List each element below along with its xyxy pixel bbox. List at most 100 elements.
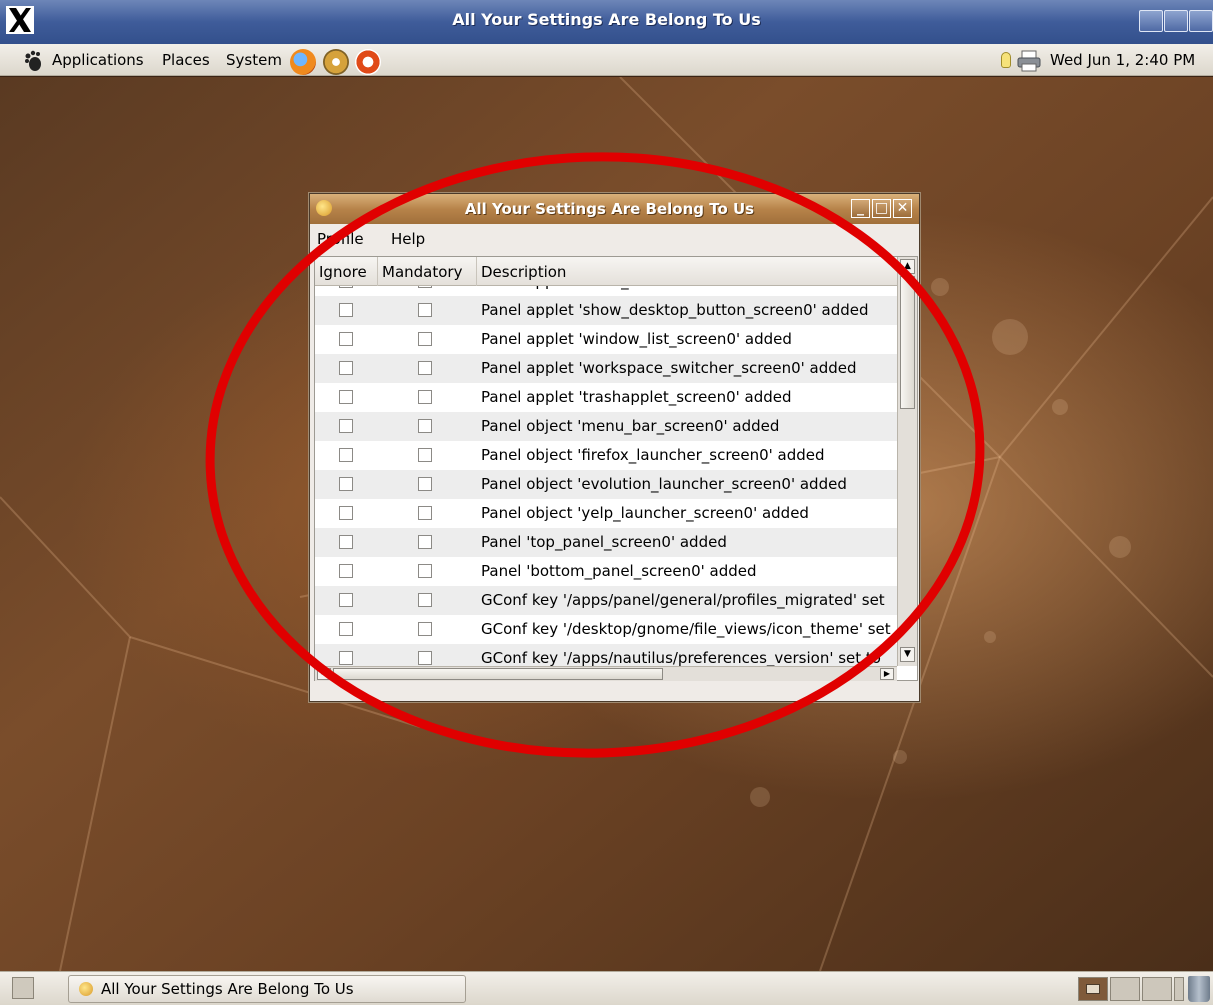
- tree-header: Ignore Mandatory Description: [315, 257, 897, 286]
- mandatory-checkbox[interactable]: [418, 535, 432, 549]
- evolution-launcher-icon[interactable]: [323, 49, 349, 75]
- scroll-left-arrow-icon[interactable]: ◀: [317, 668, 331, 680]
- change-description: Panel object 'menu_bar_screen0' added: [481, 417, 780, 435]
- outer-window-title: All Your Settings Are Belong To Us: [452, 10, 761, 29]
- mandatory-checkbox[interactable]: [418, 564, 432, 578]
- change-description: Panel applet 'workspace_switcher_screen0…: [481, 359, 857, 377]
- mandatory-checkbox[interactable]: [418, 651, 432, 665]
- applications-menu[interactable]: Applications: [52, 51, 144, 69]
- table-row[interactable]: Panel object 'menu_bar_screen0' added: [315, 412, 897, 441]
- scroll-up-arrow-icon[interactable]: ▲: [900, 259, 915, 274]
- close-button[interactable]: [1189, 10, 1213, 32]
- places-menu[interactable]: Places: [162, 51, 210, 69]
- change-description: GConf key '/desktop/gnome/file_views/ico…: [481, 620, 891, 638]
- trash-icon[interactable]: [1188, 976, 1210, 1002]
- outer-window-titlebar[interactable]: All Your Settings Are Belong To Us: [0, 0, 1213, 44]
- ignore-checkbox[interactable]: [339, 651, 353, 665]
- table-row[interactable]: Panel object 'firefox_launcher_screen0' …: [315, 441, 897, 470]
- horizontal-scrollbar[interactable]: ◀ ▶: [315, 666, 897, 681]
- maximize-button[interactable]: [1164, 10, 1188, 32]
- tree-rows: Panel applet 'clock_screen0' added Panel …: [315, 286, 897, 666]
- workspace-1[interactable]: [1078, 977, 1108, 1001]
- taskbar-window-label: All Your Settings Are Belong To Us: [101, 980, 354, 998]
- table-row[interactable]: GConf key '/apps/panel/general/profiles_…: [315, 586, 897, 615]
- ignore-checkbox[interactable]: [339, 622, 353, 636]
- mandatory-checkbox[interactable]: [418, 286, 432, 288]
- ignore-checkbox[interactable]: [339, 448, 353, 462]
- ignore-checkbox[interactable]: [339, 477, 353, 491]
- mandatory-checkbox[interactable]: [418, 419, 432, 433]
- changes-tree-view[interactable]: Ignore Mandatory Description Panel apple…: [314, 256, 918, 681]
- change-description: GConf key '/apps/nautilus/preferences_ve…: [481, 649, 881, 666]
- workspace-2[interactable]: [1110, 977, 1140, 1001]
- table-row[interactable]: Panel applet 'workspace_switcher_screen0…: [315, 354, 897, 383]
- minimize-button[interactable]: [1139, 10, 1163, 32]
- change-description: Panel 'top_panel_screen0' added: [481, 533, 727, 551]
- mandatory-checkbox[interactable]: [418, 390, 432, 404]
- ignore-checkbox[interactable]: [339, 506, 353, 520]
- app-icon: [79, 982, 93, 996]
- column-header-description[interactable]: Description: [477, 257, 897, 286]
- gnome-foot-icon: [25, 50, 41, 71]
- vertical-scrollbar[interactable]: ▲ ▼: [897, 257, 917, 666]
- help-launcher-icon[interactable]: [355, 49, 381, 75]
- table-row[interactable]: Panel applet 'trashapplet_screen0' added: [315, 383, 897, 412]
- settings-window[interactable]: All Your Settings Are Belong To Us _ □ ✕…: [309, 193, 920, 702]
- workspace-3[interactable]: [1142, 977, 1172, 1001]
- show-desktop-icon[interactable]: [12, 977, 34, 999]
- help-menu[interactable]: Help: [391, 230, 425, 248]
- ignore-checkbox[interactable]: [339, 419, 353, 433]
- table-row[interactable]: Panel 'top_panel_screen0' added: [315, 528, 897, 557]
- table-row[interactable]: Panel applet 'window_list_screen0' added: [315, 325, 897, 354]
- ignore-checkbox[interactable]: [339, 332, 353, 346]
- taskbar-window-button[interactable]: All Your Settings Are Belong To Us: [68, 975, 466, 1003]
- table-row[interactable]: Panel object 'evolution_launcher_screen0…: [315, 470, 897, 499]
- mandatory-checkbox[interactable]: [418, 303, 432, 317]
- horizontal-scroll-thumb[interactable]: [333, 668, 663, 680]
- minimize-icon: _: [857, 200, 864, 216]
- printer-icon[interactable]: [1016, 50, 1042, 72]
- mandatory-checkbox[interactable]: [418, 332, 432, 346]
- table-row[interactable]: Panel object 'yelp_launcher_screen0' add…: [315, 499, 897, 528]
- table-row[interactable]: Panel applet 'show_desktop_button_screen…: [315, 296, 897, 325]
- window-minimize-button[interactable]: _: [851, 199, 870, 218]
- table-row[interactable]: GConf key '/desktop/gnome/file_views/ico…: [315, 615, 897, 644]
- scroll-down-arrow-icon[interactable]: ▼: [900, 647, 915, 662]
- scroll-right-arrow-icon[interactable]: ▶: [880, 668, 894, 680]
- ignore-checkbox[interactable]: [339, 593, 353, 607]
- mandatory-checkbox[interactable]: [418, 448, 432, 462]
- ignore-checkbox[interactable]: [339, 390, 353, 404]
- settings-window-title: All Your Settings Are Belong To Us: [464, 200, 755, 218]
- change-description: Panel 'bottom_panel_screen0' added: [481, 562, 757, 580]
- mandatory-checkbox[interactable]: [418, 593, 432, 607]
- ignore-checkbox[interactable]: [339, 286, 353, 288]
- ignore-checkbox[interactable]: [339, 303, 353, 317]
- table-row[interactable]: Panel 'bottom_panel_screen0' added: [315, 557, 897, 586]
- change-description: Panel object 'evolution_launcher_screen0…: [481, 475, 847, 493]
- table-row[interactable]: Panel applet 'clock_screen0' added: [315, 286, 897, 296]
- settings-window-titlebar[interactable]: All Your Settings Are Belong To Us _ □ ✕: [310, 194, 919, 224]
- ignore-checkbox[interactable]: [339, 564, 353, 578]
- change-description: Panel applet 'show_desktop_button_screen…: [481, 301, 869, 319]
- notification-bulb-icon[interactable]: [1001, 52, 1011, 68]
- change-description: GConf key '/apps/panel/general/profiles_…: [481, 591, 885, 609]
- mandatory-checkbox[interactable]: [418, 477, 432, 491]
- ignore-checkbox[interactable]: [339, 361, 353, 375]
- profile-menu[interactable]: Profile: [317, 230, 364, 248]
- vertical-scroll-thumb[interactable]: [900, 276, 915, 409]
- system-menu[interactable]: System: [226, 51, 282, 69]
- mandatory-checkbox[interactable]: [418, 622, 432, 636]
- change-description: Panel object 'yelp_launcher_screen0' add…: [481, 504, 809, 522]
- column-header-ignore[interactable]: Ignore: [315, 257, 378, 286]
- firefox-launcher-icon[interactable]: [290, 49, 316, 75]
- column-header-mandatory[interactable]: Mandatory: [378, 257, 477, 286]
- window-maximize-button[interactable]: □: [872, 199, 891, 218]
- mandatory-checkbox[interactable]: [418, 361, 432, 375]
- panel-clock[interactable]: Wed Jun 1, 2:40 PM: [1050, 51, 1195, 69]
- mandatory-checkbox[interactable]: [418, 506, 432, 520]
- workspace-4[interactable]: [1174, 977, 1184, 1001]
- table-row[interactable]: GConf key '/apps/nautilus/preferences_ve…: [315, 644, 897, 666]
- ignore-checkbox[interactable]: [339, 535, 353, 549]
- window-close-button[interactable]: ✕: [893, 199, 912, 218]
- maximize-icon: □: [874, 200, 889, 216]
